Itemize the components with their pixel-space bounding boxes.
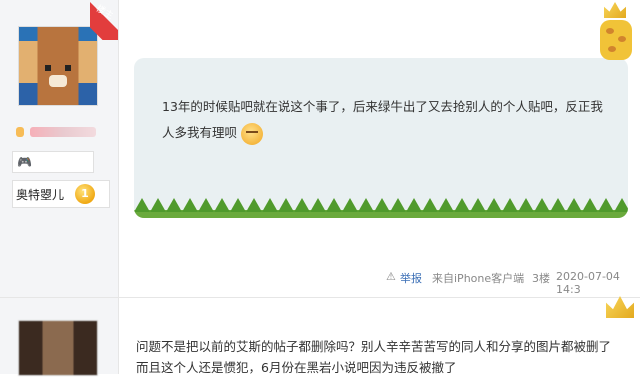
level-name: 奥特曌儿 — [16, 188, 65, 202]
floor-number: 3楼 — [532, 272, 550, 285]
avatar[interactable] — [18, 26, 98, 106]
reply-content: 问题不是把以前的艾斯的帖子都删除吗？别人辛辛苦苦写的同人和分享的图片都被删了 而… — [136, 336, 636, 378]
post-timestamp: 2020-07-04 14:3 — [556, 270, 620, 296]
controller-icon: 🎮 — [17, 155, 32, 169]
avatar-2[interactable] — [18, 320, 98, 376]
crown-icon — [604, 2, 626, 18]
grass-decoration — [134, 198, 628, 218]
report-icon[interactable]: ⚠ — [386, 270, 396, 283]
post-content-line2: 人多我有理呗 — [162, 125, 238, 140]
post-content: 13年的时候贴吧就在说这个事了，后来绿牛出了又去抢别人的个人贴吧，反正我 人多我… — [162, 94, 622, 146]
smiley-emoji — [241, 122, 263, 145]
giraffe-badge — [592, 0, 640, 60]
reply-content-line2: 而且这个人还是惯犯，6月份在黑岩小说吧因为违反被撤了 — [136, 360, 457, 375]
level-medal-icon: 1 — [75, 184, 95, 204]
post-meta: ⚠ 举报 来自iPhone客户端 3楼 2020-07-04 14:3 — [386, 270, 640, 296]
level-badge[interactable]: 奥特曌儿 1 — [12, 180, 110, 208]
owner-tag: 楼主 — [90, 0, 118, 40]
user-badges — [16, 125, 96, 139]
report-link[interactable]: 举报 — [400, 270, 422, 286]
post-bubble: 13年的时候贴吧就在说这个事了，后来绿牛出了又去抢别人的个人贴吧，反正我 人多我… — [134, 58, 628, 218]
post-content-line1: 13年的时候贴吧就在说这个事了，后来绿牛出了又去抢别人的个人贴吧，反正我 — [162, 99, 603, 114]
game-badge[interactable]: 🎮 — [12, 151, 94, 173]
client-label: 来自iPhone客户端 — [432, 272, 525, 285]
crown-icon — [606, 296, 634, 318]
reply-content-line1: 问题不是把以前的艾斯的帖子都删除吗？别人辛辛苦苦写的同人和分享的图片都被删了 — [136, 339, 612, 354]
